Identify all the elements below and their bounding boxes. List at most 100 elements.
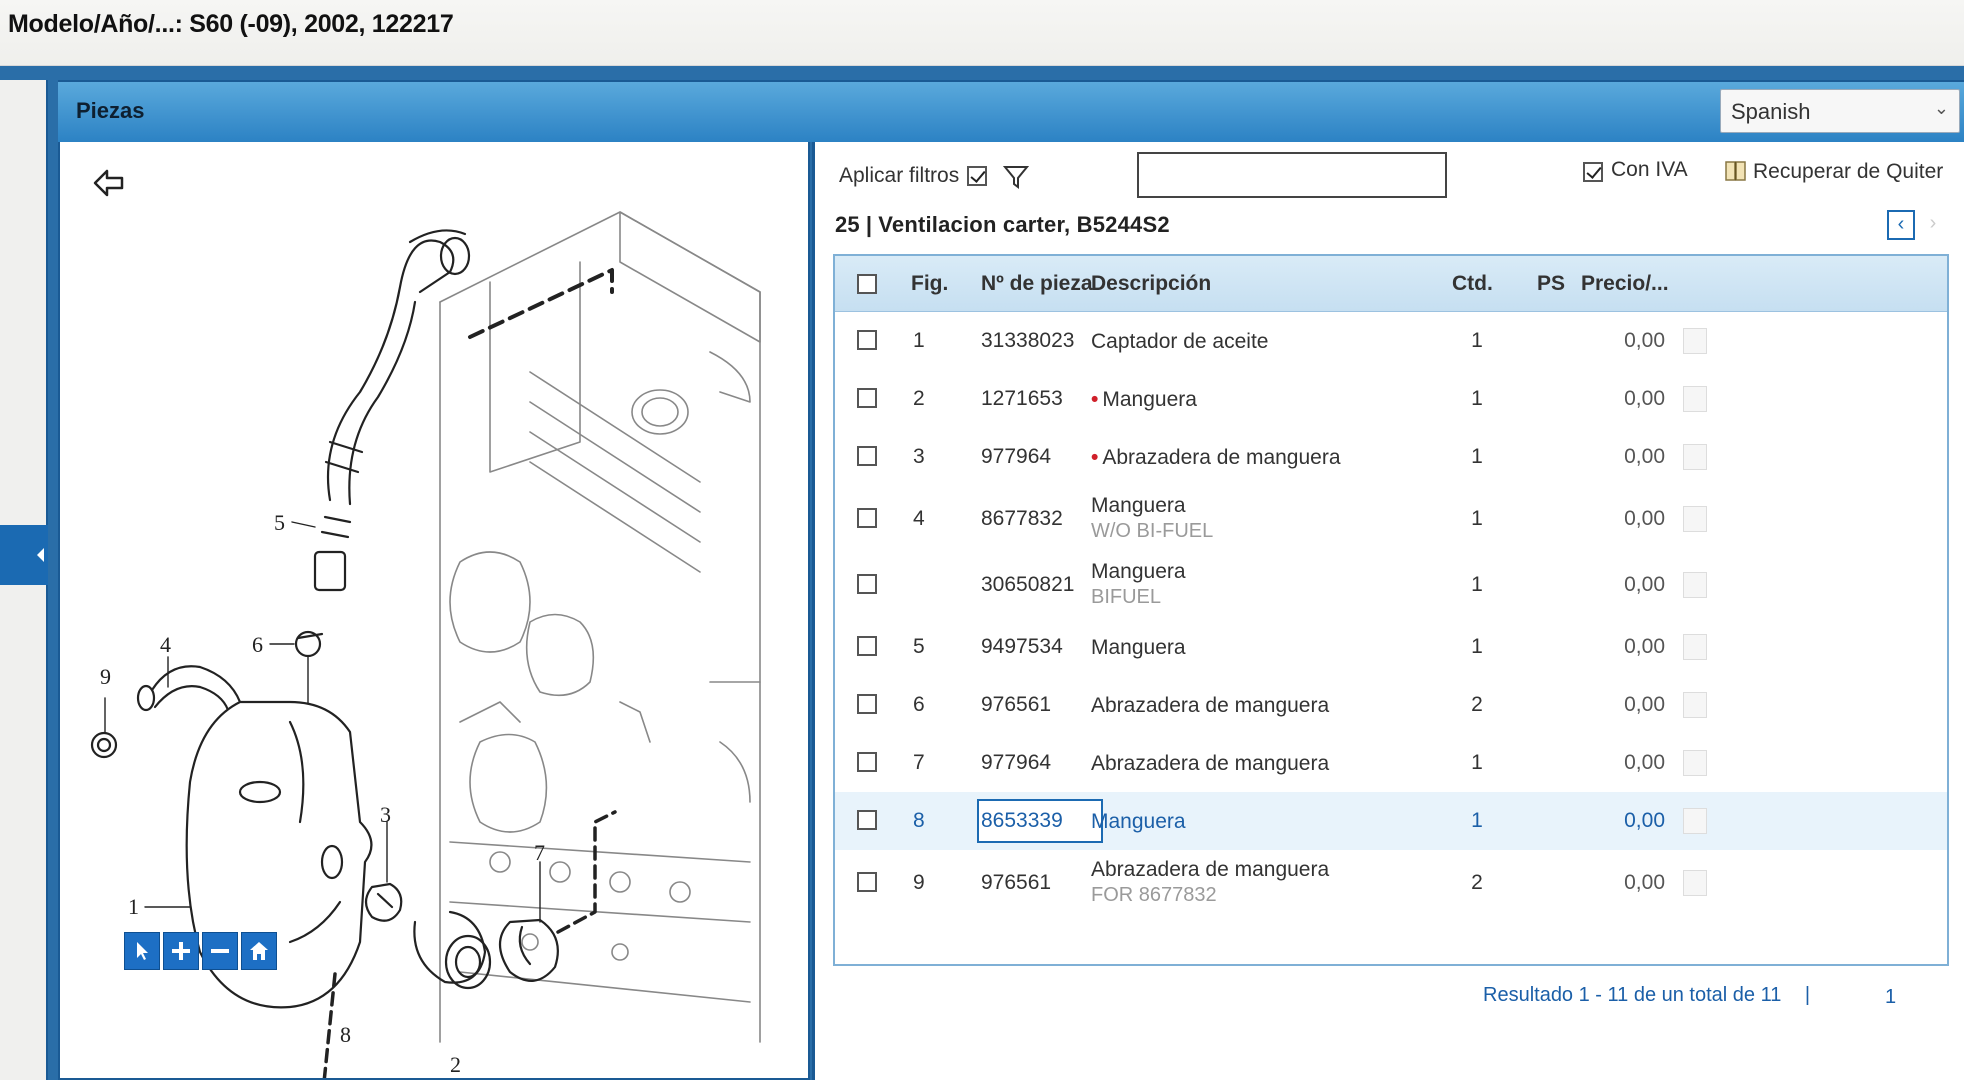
part-4-hose[interactable]: [136, 665, 242, 712]
select-all-checkbox[interactable]: [857, 274, 877, 294]
fig-number: 7: [913, 751, 925, 774]
reset-view-button[interactable]: [241, 932, 277, 970]
quantity: 2: [1471, 871, 1483, 894]
part-3-clamp[interactable]: [364, 882, 403, 922]
section-separator: |: [865, 212, 873, 237]
part-number[interactable]: 976561: [981, 693, 1051, 717]
diagram-toolbar: [124, 932, 277, 970]
add-to-cart-icon[interactable]: [1683, 444, 1707, 470]
part-7-clamp[interactable]: [413, 910, 559, 990]
row-checkbox[interactable]: [857, 694, 877, 714]
table-row[interactable]: 6 976561 Abrazadera de manguera 2 0,00: [835, 676, 1947, 734]
row-checkbox[interactable]: [857, 810, 877, 830]
part-6-clamp[interactable]: [294, 630, 324, 658]
filter-icon[interactable]: [1002, 164, 1030, 190]
home-icon: [250, 942, 268, 960]
search-input[interactable]: [1137, 152, 1447, 198]
table-row[interactable]: 7 977964 Abrazadera de manguera 1 0,00: [835, 734, 1947, 792]
add-to-cart-icon[interactable]: [1683, 634, 1707, 660]
part-5-hose[interactable]: [313, 229, 471, 592]
part-number[interactable]: 977964: [981, 445, 1051, 469]
part-9-clamp[interactable]: [90, 731, 118, 759]
fig-number: 5: [913, 635, 925, 658]
callout-8: 8: [340, 1022, 351, 1047]
part-number[interactable]: 977964: [981, 751, 1051, 775]
row-checkbox[interactable]: [857, 508, 877, 528]
column-header-quantity[interactable]: Ctd.: [1452, 272, 1493, 296]
collapsed-sidebar: [0, 80, 48, 1080]
zoom-out-button[interactable]: [202, 932, 238, 970]
apply-filters-checkbox[interactable]: [967, 166, 987, 186]
table-row[interactable]: 3 977964 • Abrazadera de manguera 1 0,00: [835, 428, 1947, 486]
add-to-cart-icon[interactable]: [1683, 506, 1707, 532]
unit-price: 0,00: [1624, 387, 1665, 410]
part-description-text: Captador de aceite: [1091, 330, 1269, 353]
table-row[interactable]: 9 976561 Abrazadera de manguera FOR 8677832…: [835, 850, 1947, 916]
add-to-cart-icon[interactable]: [1683, 692, 1707, 718]
unit-price: 0,00: [1624, 635, 1665, 658]
row-checkbox[interactable]: [857, 446, 877, 466]
language-select[interactable]: Spanish ⌄: [1720, 89, 1960, 133]
part-number[interactable]: 30650821: [981, 573, 1074, 597]
add-to-cart-icon[interactable]: [1683, 386, 1707, 412]
part-number[interactable]: 9497534: [981, 635, 1063, 659]
part-number[interactable]: 976561: [981, 871, 1051, 895]
row-checkbox[interactable]: [857, 388, 877, 408]
chevron-down-icon: ⌄: [1933, 98, 1949, 118]
add-to-cart-icon[interactable]: [1683, 328, 1707, 354]
callout-2: 2: [450, 1052, 461, 1077]
parts-list-panel: Aplicar filtros Con IVA Recuperar de Qui…: [812, 142, 1964, 1080]
row-checkbox[interactable]: [857, 636, 877, 656]
book-icon[interactable]: [1723, 158, 1749, 184]
row-checkbox[interactable]: [857, 330, 877, 350]
part-number[interactable]: 8677832: [981, 507, 1063, 531]
recover-from-quiter-link[interactable]: Recuperar de Quiter: [1753, 160, 1943, 184]
column-header-fig[interactable]: Fig.: [911, 272, 948, 296]
column-header-ps[interactable]: PS: [1537, 272, 1565, 296]
part-number[interactable]: 8653339: [981, 809, 1063, 833]
row-checkbox[interactable]: [857, 872, 877, 892]
engine-block-drawing: [439, 211, 761, 1043]
part-number[interactable]: 31338023: [981, 329, 1074, 353]
section-name: Ventilacion carter, B5244S2: [878, 212, 1170, 237]
new-part-marker-icon: •: [1091, 388, 1099, 411]
plus-icon: [172, 942, 190, 960]
sidebar-expand-tab[interactable]: [0, 525, 48, 585]
language-select-value: Spanish: [1731, 99, 1811, 124]
table-row[interactable]: 5 9497534 Manguera 1 0,00: [835, 618, 1947, 676]
previous-section-button[interactable]: ‹: [1887, 210, 1915, 240]
part-description: Abrazadera de manguera: [1091, 752, 1329, 776]
table-row[interactable]: 30650821 Manguera BIFUEL 1 0,00: [835, 552, 1947, 618]
part-description: Manguera: [1091, 636, 1186, 660]
row-checkbox[interactable]: [857, 574, 877, 594]
table-row[interactable]: 8 8653339 Manguera 1 0,00: [835, 792, 1947, 850]
add-to-cart-icon[interactable]: [1683, 808, 1707, 834]
back-arrow-icon[interactable]: [92, 166, 126, 200]
add-to-cart-icon[interactable]: [1683, 572, 1707, 598]
next-section-button[interactable]: ›: [1919, 210, 1947, 240]
column-header-price[interactable]: Precio/...: [1581, 272, 1669, 296]
table-row[interactable]: 4 8677832 Manguera W/O BI-FUEL 1 0,00: [835, 486, 1947, 552]
filter-toolbar: Aplicar filtros Con IVA Recuperar de Qui…: [815, 142, 1964, 212]
unit-price: 0,00: [1624, 507, 1665, 530]
column-header-part-number[interactable]: Nº de pieza: [981, 272, 1093, 296]
row-checkbox[interactable]: [857, 752, 877, 772]
unit-price: 0,00: [1624, 573, 1665, 596]
zoom-in-button[interactable]: [163, 932, 199, 970]
unit-price: 0,00: [1624, 329, 1665, 352]
add-to-cart-icon[interactable]: [1683, 750, 1707, 776]
callout-3: 3: [380, 802, 391, 827]
table-row[interactable]: 2 1271653 • Manguera 1 0,00: [835, 370, 1947, 428]
chevron-right-icon: ›: [1929, 212, 1937, 234]
callout-7: 7: [534, 840, 545, 865]
part-description-text: Abrazadera de manguera: [1091, 752, 1330, 775]
pagination-page-1[interactable]: 1: [1885, 986, 1896, 1009]
part-number[interactable]: 1271653: [981, 387, 1063, 411]
pointer-tool-button[interactable]: [124, 932, 160, 970]
con-iva-checkbox[interactable]: [1583, 162, 1603, 182]
model-info-text: Modelo/Año/...: S60 (-09), 2002, 122217: [8, 10, 454, 38]
part-description: Manguera: [1091, 810, 1186, 834]
table-row[interactable]: 1 31338023 Captador de aceite 1 0,00: [835, 312, 1947, 370]
add-to-cart-icon[interactable]: [1683, 870, 1707, 896]
column-header-description[interactable]: Descripción: [1091, 272, 1211, 296]
